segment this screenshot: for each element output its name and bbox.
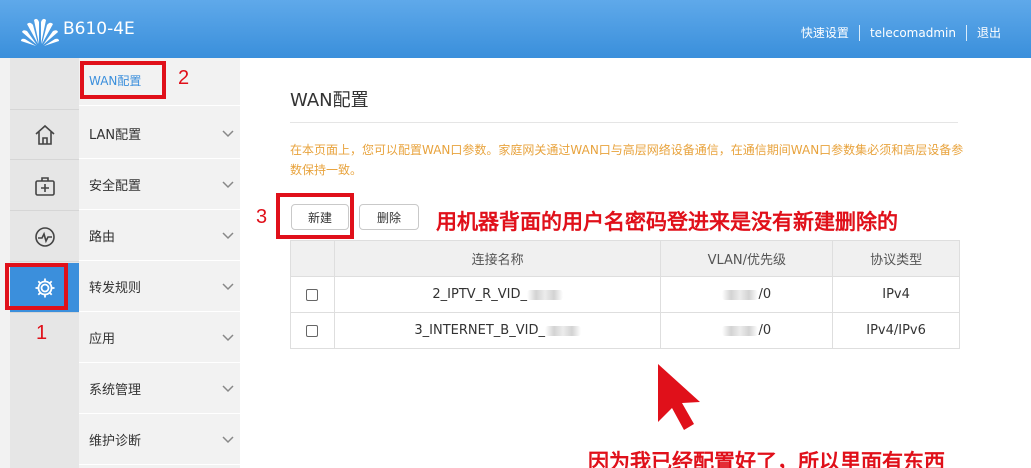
submenu-item-diagnostics[interactable]: 维护诊断 (79, 414, 240, 465)
row-select-cell (290, 312, 335, 349)
vlan-cell: /0 (660, 312, 834, 349)
connection-name-cell: 3_INTERNET_B_VID_ (333, 312, 662, 349)
pulse-icon (34, 226, 55, 247)
annotation-number-2: 2 (178, 67, 190, 89)
table-row[interactable]: 2_IPTV_R_VID_ /0 IPv4 (290, 276, 960, 313)
submenu-item-label: 应用 (89, 331, 116, 347)
top-header: B610-4E 快速设置 telecomadmin 退出 (0, 0, 1031, 58)
connection-name: 3_INTERNET_B_VID_ (414, 323, 545, 338)
submenu-item-label: 转发规则 (89, 280, 142, 296)
row-checkbox[interactable] (306, 324, 319, 337)
annotation-note-top: 用机器背面的用户名密码登进来是没有新建删除的 (436, 210, 898, 234)
annotation-box-new (276, 193, 354, 239)
annotation-number-1: 1 (36, 322, 48, 344)
annotation-number-3: 3 (256, 206, 268, 228)
row-select-cell (290, 276, 335, 313)
submenu-item-route[interactable]: 路由 (79, 210, 240, 261)
delete-button[interactable]: 删除 (359, 204, 419, 230)
sidebar-blank (10, 58, 79, 110)
quick-setup-link[interactable]: 快速设置 (801, 24, 849, 41)
redacted-mark (722, 325, 759, 336)
logout-link[interactable]: 退出 (977, 24, 1001, 41)
submenu-item-application[interactable]: 应用 (79, 312, 240, 363)
connection-name-cell: 2_IPTV_R_VID_ (333, 276, 662, 313)
submenu-item-system[interactable]: 系统管理 (79, 363, 240, 414)
sidebar-item-device[interactable] (10, 161, 79, 211)
submenu-item-security[interactable]: 安全配置 (79, 159, 240, 210)
table-header-name: 连接名称 (333, 240, 662, 277)
submenu: WAN配置 LAN配置 安全配置 路由 转发规则 应用 系统管理 维护诊断 (79, 58, 240, 468)
redacted-mark (722, 289, 759, 300)
sidebar-item-home[interactable] (10, 110, 79, 160)
row-checkbox[interactable] (306, 288, 319, 301)
main-panel: WAN配置 在本页面上，您可以配置WAN口参数。家庭网关通过WAN口与高层网络设… (240, 58, 1031, 468)
link-separator (965, 24, 967, 41)
table-header-row: 连接名称 VLAN/优先级 协议类型 (290, 240, 960, 277)
submenu-item-label: 系统管理 (89, 382, 142, 398)
home-icon (34, 124, 55, 145)
redacted-mark (544, 325, 581, 336)
page-description: 在本页面上，您可以配置WAN口参数。家庭网关通过WAN口与高层网络设备通信，在通… (290, 143, 964, 177)
submenu-item-lan[interactable]: LAN配置 (79, 108, 240, 159)
table-header-select (290, 240, 335, 277)
protocol-cell: IPv4 (832, 276, 960, 313)
submenu-item-label: 维护诊断 (89, 433, 142, 449)
submenu-item-forwarding[interactable]: 转发规则 (79, 261, 240, 312)
chevron-down-icon (222, 334, 234, 342)
connection-name: 2_IPTV_R_VID_ (432, 287, 527, 302)
annotation-box-wan (80, 61, 166, 99)
chevron-down-icon (222, 283, 234, 291)
page-title: WAN配置 (290, 90, 369, 111)
top-links: 快速设置 telecomadmin 退出 (801, 24, 1001, 41)
arrow-pointer-icon (658, 364, 700, 430)
vlan-priority: /0 (758, 287, 772, 302)
chevron-down-icon (222, 181, 234, 189)
chevron-down-icon (222, 232, 234, 240)
title-divider (290, 122, 958, 123)
protocol-cell: IPv4/IPv6 (832, 312, 960, 349)
medical-kit-icon (34, 176, 55, 196)
table-header-vlan: VLAN/优先级 (660, 240, 834, 277)
annotation-note-bottom: 因为我已经配置好了，所以里面有东西 (588, 450, 945, 468)
redacted-mark (526, 289, 563, 300)
huawei-logo-icon (21, 18, 59, 46)
chevron-down-icon (222, 385, 234, 393)
submenu-item-label: 安全配置 (89, 178, 142, 194)
submenu-item-label: 路由 (89, 229, 116, 245)
user-link[interactable]: telecomadmin (870, 26, 956, 40)
table-row[interactable]: 3_INTERNET_B_VID_ /0 IPv4/IPv6 (290, 312, 960, 349)
vlan-priority: /0 (758, 323, 772, 338)
device-name: B610-4E (63, 19, 135, 39)
vlan-cell: /0 (660, 276, 834, 313)
wan-connection-table: 连接名称 VLAN/优先级 协议类型 2_IPTV_R_VID_ /0 IPv4… (290, 240, 960, 349)
link-separator (858, 24, 860, 41)
chevron-down-icon (222, 130, 234, 138)
submenu-item-label: LAN配置 (89, 127, 142, 143)
table-header-protocol: 协议类型 (832, 240, 960, 277)
annotation-box-gear (5, 263, 68, 310)
chevron-down-icon (222, 436, 234, 444)
sidebar-item-status[interactable] (10, 212, 79, 262)
